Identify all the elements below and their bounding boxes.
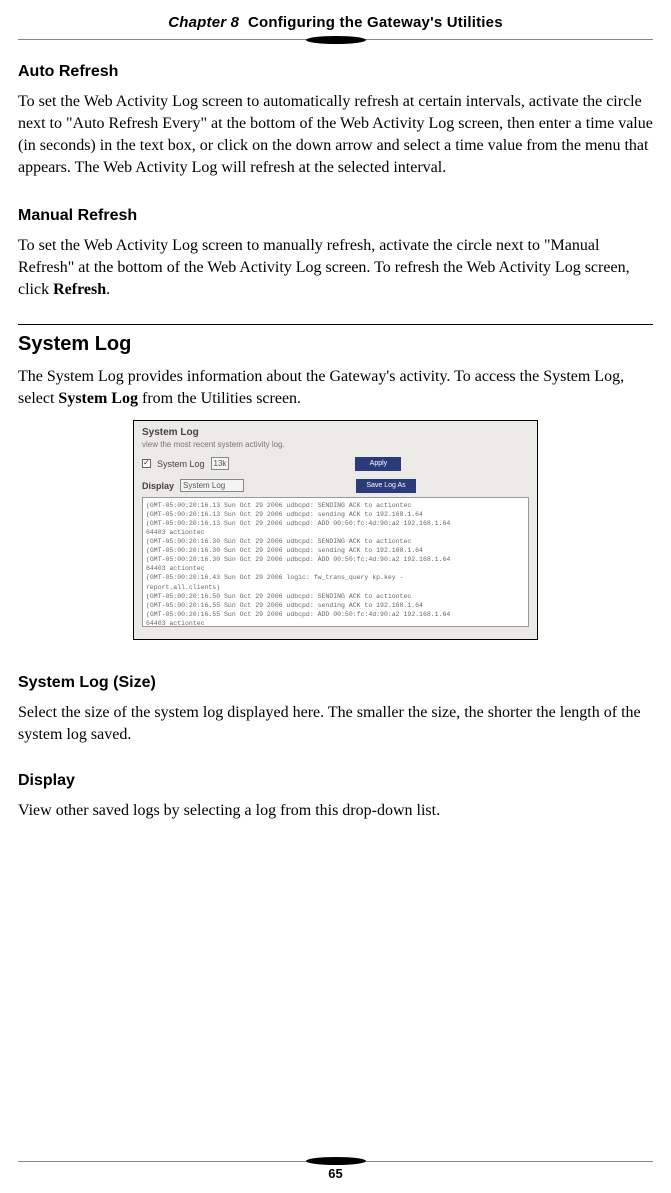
ss-subtitle: view the most recent system activity log… [142,440,529,449]
header-rule [18,39,653,43]
heading-display: Display [18,772,653,790]
heading-auto-refresh: Auto Refresh [18,63,653,81]
page-number: 65 [0,1166,671,1181]
body-auto-refresh: To set the Web Activity Log screen to au… [18,91,653,179]
heading-system-log: System Log [18,333,653,356]
heading-manual-refresh: Manual Refresh [18,207,653,225]
page-header: Chapter 8 Configuring the Gateway's Util… [18,0,653,39]
ss-log-content: (GMT-05:00:20:16.13 Sun Oct 29 2006 udbc… [142,497,529,627]
chapter-number: Chapter 8 [168,14,239,31]
body-system-log-bold: System Log [58,390,138,407]
ss-save-button[interactable]: Save Log As [356,479,416,493]
page-footer: 65 [0,1158,671,1181]
ss-select-size[interactable]: 13k [211,457,230,470]
ss-select-display[interactable]: System Log [180,479,244,492]
footer-rule [18,1158,653,1162]
ss-label-systemlog: System Log [157,459,205,469]
heading-system-log-size: System Log (Size) [18,674,653,692]
ss-title: System Log [142,427,529,438]
body-manual-refresh-bold: Refresh [53,281,106,298]
chapter-title: Configuring the Gateway's Utilities [248,14,503,31]
ss-row-size: System Log 13k Apply [142,457,529,471]
body-manual-refresh: To set the Web Activity Log screen to ma… [18,235,653,301]
section-divider [18,324,653,325]
body-system-log-post: from the Utilities screen. [138,390,301,407]
ss-checkbox[interactable] [142,459,151,468]
body-system-log-size: Select the size of the system log displa… [18,702,653,746]
body-system-log: The System Log provides information abou… [18,366,653,410]
ss-label-display: Display [142,481,174,491]
system-log-screenshot: System Log view the most recent system a… [133,420,538,640]
body-display: View other saved logs by selecting a log… [18,800,653,822]
body-manual-refresh-post: . [106,281,110,298]
ss-row-display: Display System Log Save Log As [142,479,529,493]
ss-apply-button[interactable]: Apply [355,457,401,471]
